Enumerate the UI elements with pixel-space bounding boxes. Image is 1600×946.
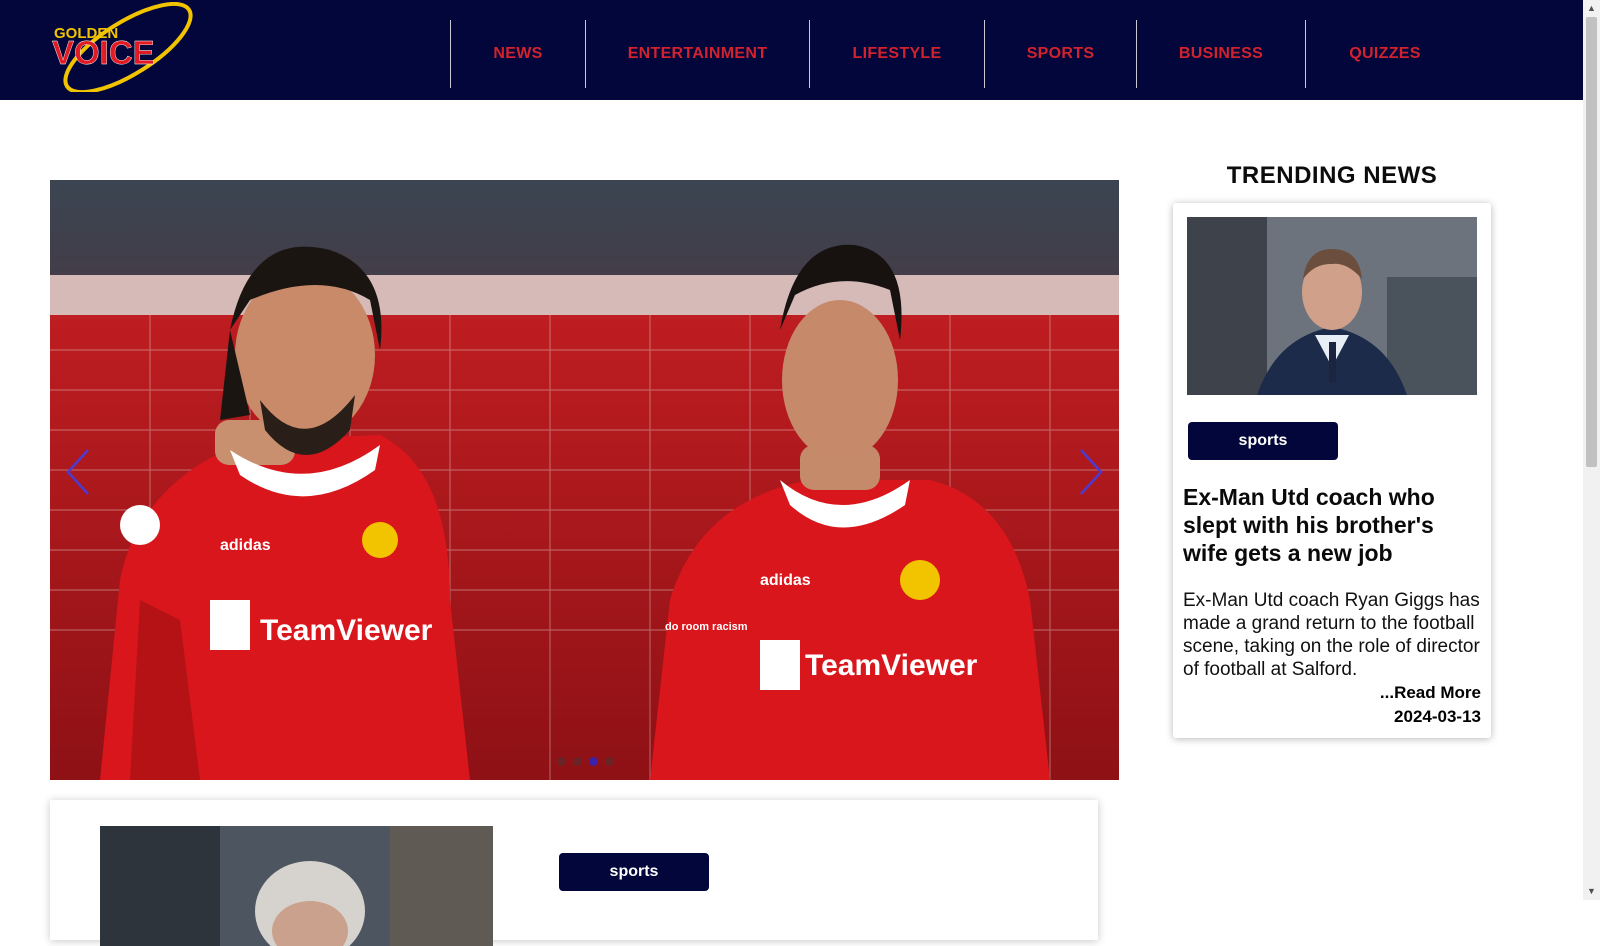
nav-item-quizzes[interactable]: QUIZZES [1305,20,1464,88]
article-category-tag[interactable]: sports [559,853,709,891]
featured-carousel[interactable]: TeamViewer adidas TeamViewer adidas do r… [50,180,1119,780]
article-image[interactable] [100,826,493,946]
carousel-prev-button[interactable] [58,442,98,502]
carousel-dot-4[interactable] [605,757,614,766]
svg-text:adidas: adidas [220,537,271,554]
carousel-slide-image: TeamViewer adidas TeamViewer adidas do r… [50,180,1119,780]
page-scrollbar[interactable]: ▲ ▼ [1583,0,1600,900]
svg-text:TeamViewer: TeamViewer [805,649,978,682]
chevron-left-icon [66,449,89,495]
carousel-dot-3[interactable] [589,757,598,766]
trending-article-card[interactable]: sports Ex-Man Utd coach who slept with h… [1173,203,1491,738]
trending-news-heading: TRENDING NEWS [1226,162,1438,189]
article-card[interactable]: sports [50,800,1098,946]
scroll-up-arrow-icon[interactable]: ▲ [1583,0,1600,17]
golden-voice-logo[interactable]: GOLDEN VOICE [50,2,210,92]
nav-item-sports[interactable]: SPORTS [984,20,1136,88]
nav-item-business[interactable]: BUSINESS [1136,20,1305,88]
main-nav: NEWS ENTERTAINMENT LIFESTYLE SPORTS BUSINESS… [450,20,1464,88]
carousel-indicators [557,757,614,766]
svg-text:VOICE: VOICE [52,34,155,71]
top-navigation-bar: GOLDEN VOICE NEWS ENTERTAINMENT LIFESTYLE S… [0,0,1583,100]
chevron-right-icon [1080,449,1103,495]
scroll-thumb[interactable] [1586,17,1597,467]
svg-text:adidas: adidas [760,572,811,589]
read-more-link[interactable]: ...Read More [1380,683,1481,703]
trending-headline[interactable]: Ex-Man Utd coach who slept with his brot… [1183,483,1481,567]
trending-date: 2024-03-13 [1394,707,1481,726]
carousel-dot-1[interactable] [557,757,566,766]
trending-article-image[interactable] [1187,217,1477,395]
nav-item-lifestyle[interactable]: LIFESTYLE [809,20,984,88]
nav-item-news[interactable]: NEWS [450,20,585,88]
carousel-dot-2[interactable] [573,757,582,766]
carousel-next-button[interactable] [1071,442,1111,502]
trending-category-tag[interactable]: sports [1188,422,1338,460]
svg-text:TeamViewer: TeamViewer [260,614,433,647]
nav-item-entertainment[interactable]: ENTERTAINMENT [585,20,809,88]
svg-text:do room racism: do room racism [665,621,748,633]
trending-excerpt: Ex-Man Utd coach Ryan Giggs has made a g… [1183,590,1480,680]
scroll-down-arrow-icon[interactable]: ▼ [1583,883,1600,900]
